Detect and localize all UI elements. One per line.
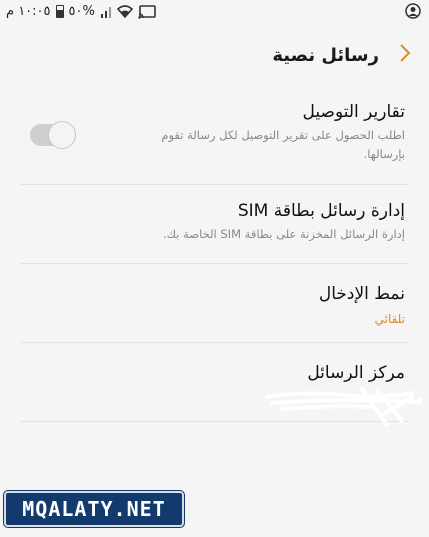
battery-icon bbox=[55, 5, 64, 18]
setting-value: تلقائي bbox=[374, 312, 405, 326]
status-right bbox=[405, 3, 421, 19]
setting-input-mode[interactable]: نمط الإدخال تلقائي bbox=[20, 263, 409, 342]
setting-sim-messages[interactable]: إدارة رسائل بطاقة SIM إدارة الرسائل المخ… bbox=[20, 184, 409, 263]
toggle-knob bbox=[48, 121, 76, 149]
setting-subtitle: اطلب الحصول على تقرير التوصيل لكل رسالة … bbox=[161, 128, 405, 142]
account-icon bbox=[405, 3, 421, 19]
battery-level: ٥٠% bbox=[68, 4, 95, 19]
setting-title: إدارة رسائل بطاقة SIM bbox=[237, 201, 405, 221]
wifi-icon bbox=[116, 5, 133, 18]
status-left: ١٠:٠٥ م ٥٠% bbox=[6, 4, 156, 19]
cast-icon bbox=[138, 4, 156, 19]
watermark-text: MQALATY.NET bbox=[22, 497, 166, 521]
setting-delivery-reports[interactable]: تقارير التوصيل اطلب الحصول على تقرير الت… bbox=[20, 84, 409, 184]
clock: ١٠:٠٥ م bbox=[6, 4, 51, 19]
delivery-reports-toggle[interactable] bbox=[30, 121, 76, 149]
page-title: رسائل نصية bbox=[272, 44, 379, 66]
chevron-right-icon[interactable] bbox=[399, 42, 411, 68]
signal-icon bbox=[100, 6, 112, 18]
redaction-scribble bbox=[265, 387, 422, 427]
watermark-logo: MQALATY.NET bbox=[4, 491, 184, 527]
app-bar: رسائل نصية bbox=[0, 26, 429, 84]
setting-title: نمط الإدخال bbox=[318, 284, 405, 304]
setting-subtitle: بإرسالها. bbox=[363, 147, 405, 161]
setting-subtitle: إدارة الرسائل المخزنة على بطاقة SIM الخا… bbox=[162, 227, 405, 241]
status-bar: ١٠:٠٥ م ٥٠% bbox=[0, 0, 429, 26]
setting-title: تقارير التوصيل bbox=[302, 102, 406, 122]
setting-title: مركز الرسائل bbox=[307, 363, 405, 383]
